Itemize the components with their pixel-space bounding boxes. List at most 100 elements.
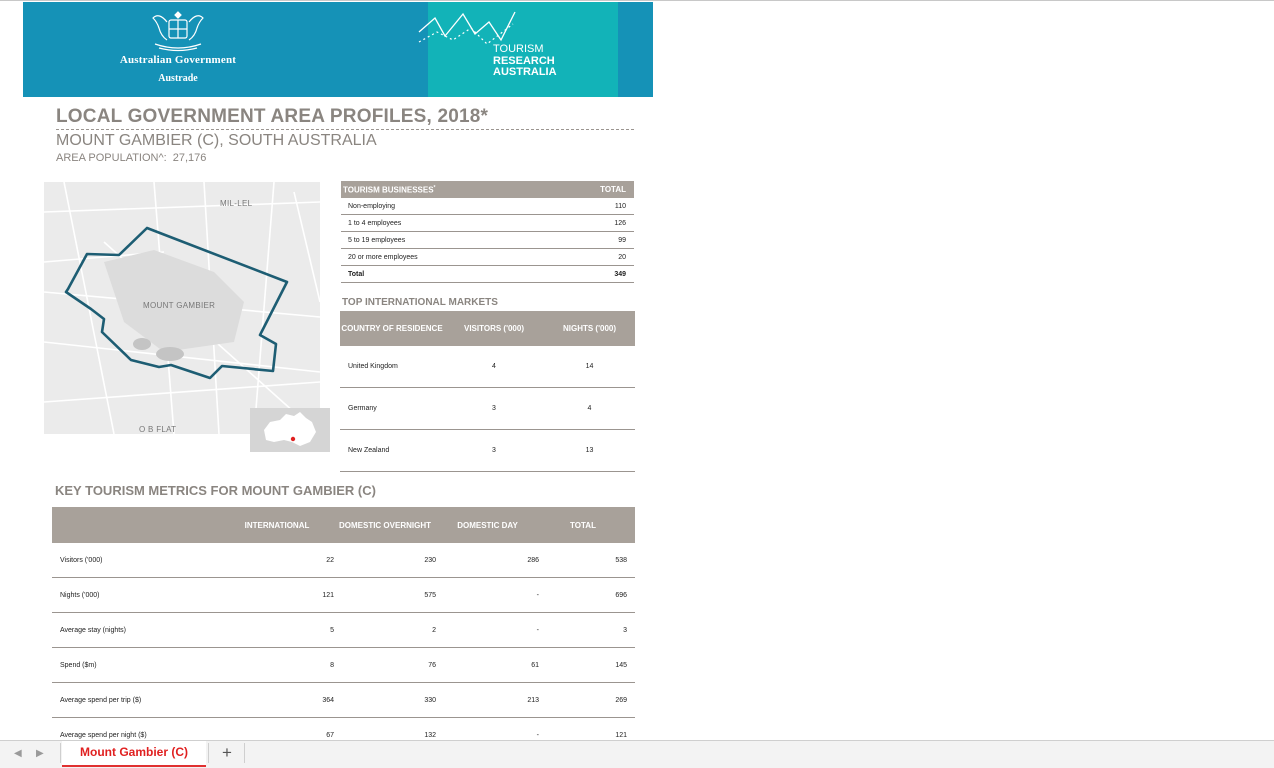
- cell-domestic-overnight: 132: [424, 731, 436, 739]
- scroll-tabs-left-icon[interactable]: ◀: [14, 748, 22, 759]
- tra-line-1: TOURISM: [493, 43, 544, 55]
- tra-line-3: AUSTRALIA: [493, 66, 557, 78]
- table-row-total: Total 349: [341, 266, 634, 283]
- table-row: 5 to 19 employees 99: [341, 232, 634, 249]
- cell-country: United Kingdom: [348, 363, 398, 370]
- cell-total: 696: [615, 591, 627, 599]
- tab-divider: [244, 743, 245, 763]
- table-row: Average stay (nights) 5 2 - 3: [52, 613, 635, 648]
- banner-stripe: [618, 2, 653, 97]
- cell-nights: 4: [587, 405, 592, 412]
- businesses-total-header: TOTAL: [600, 185, 626, 194]
- row-label: 5 to 19 employees: [348, 236, 406, 244]
- area-map: MIL-LEL MOUNT GAMBIER O B FLAT: [44, 182, 320, 434]
- row-label: Average spend per trip ($): [60, 696, 142, 704]
- cell-domestic-overnight: 2: [432, 626, 436, 634]
- key-metrics-table: INTERNATIONAL DOMESTIC OVERNIGHT DOMESTI…: [52, 507, 635, 740]
- population-value: 27,176: [172, 152, 207, 164]
- row-label: Average stay (nights): [60, 626, 127, 634]
- map-label-ob-flat: O B FLAT: [139, 425, 177, 434]
- markets-section-title: TOP INTERNATIONAL MARKETS: [342, 297, 498, 308]
- tab-divider: [60, 743, 61, 763]
- cell-domestic-overnight: 330: [424, 696, 436, 704]
- cell-domestic-day: 286: [527, 556, 539, 564]
- cell-international: 8: [330, 661, 334, 669]
- row-label: Average spend per night ($): [60, 731, 147, 739]
- title-divider: [56, 129, 634, 130]
- metrics-section-title: KEY TOURISM METRICS FOR MOUNT GAMBIER (C…: [55, 483, 376, 498]
- col-header-domestic-overnight: DOMESTIC OVERNIGHT: [338, 520, 431, 530]
- cell-visitors: 3: [492, 405, 496, 412]
- cell-nights: 13: [585, 447, 594, 454]
- cell-total: 538: [615, 556, 627, 564]
- col-header-nights: NIGHTS ('000): [562, 324, 617, 333]
- table-row: New Zealand 3 13: [340, 430, 635, 472]
- map-label-mount-gambier: MOUNT GAMBIER: [143, 301, 216, 310]
- cell-international: 22: [326, 556, 334, 564]
- cell-nights: 14: [585, 363, 594, 370]
- cell-international: 5: [330, 626, 334, 634]
- businesses-header-text: TOURISM BUSINESSES: [343, 185, 434, 195]
- cell-visitors: 4: [492, 363, 496, 370]
- cell-total: 145: [615, 661, 627, 669]
- tra-name: TOURISM RESEARCH AUSTRALIA: [493, 43, 557, 79]
- table-row: Spend ($m) 8 76 61 145: [52, 648, 635, 683]
- header-banner: Australian Government Austrade: [23, 2, 653, 97]
- cell-total: 3: [623, 626, 627, 634]
- tab-divider: [208, 743, 209, 763]
- sheet-tab-bar: ◀ ▶ Mount Gambier (C) +: [0, 740, 1274, 768]
- row-label: Nights ('000): [60, 591, 100, 599]
- cell-domestic-day: -: [536, 626, 539, 634]
- table-row: Nights ('000) 121 575 - 696: [52, 578, 635, 613]
- map-label-mil-lel: MIL-LEL: [220, 199, 253, 208]
- row-label: Non-employing: [348, 202, 396, 210]
- cell-domestic-day: 213: [527, 696, 539, 704]
- col-header-international: INTERNATIONAL: [244, 520, 310, 530]
- international-markets-table: COUNTRY OF RESIDENCE VISITORS ('000) NIG…: [340, 311, 635, 472]
- row-value: 20: [618, 253, 626, 261]
- row-value: 126: [614, 219, 626, 227]
- page-subtitle: MOUNT GAMBIER (C), SOUTH AUSTRALIA: [56, 132, 377, 149]
- table-row: 1 to 4 employees 126: [341, 215, 634, 232]
- table-row: Non-employing 110: [341, 198, 634, 215]
- businesses-header-mark: *: [433, 184, 436, 191]
- tourism-businesses-table: TOURISM BUSINESSES* TOTAL Non-employing …: [341, 181, 634, 283]
- col-header-country: COUNTRY OF RESIDENCE: [341, 324, 443, 333]
- row-label: 1 to 4 employees: [348, 219, 402, 227]
- table-row: Average spend per trip ($) 364 330 213 2…: [52, 683, 635, 718]
- table-row: Average spend per night ($) 67 132 - 121: [52, 718, 635, 740]
- coat-of-arms-icon: [152, 11, 204, 52]
- page-title: LOCAL GOVERNMENT AREA PROFILES, 2018*: [56, 106, 489, 127]
- table-row: 20 or more employees 20: [341, 249, 634, 266]
- row-value: 99: [618, 236, 626, 244]
- cell-domestic-day: 61: [531, 661, 539, 669]
- cell-domestic-day: -: [536, 591, 539, 599]
- cell-total: 269: [615, 696, 627, 704]
- document-page: Australian Government Austrade TOURISM R…: [0, 0, 1274, 740]
- row-label: Total: [348, 270, 365, 278]
- table-header: COUNTRY OF RESIDENCE VISITORS ('000) NIG…: [340, 311, 635, 346]
- cell-total: 121: [615, 731, 627, 739]
- gov-agency: Austrade: [158, 73, 198, 84]
- cell-country: Germany: [348, 405, 377, 412]
- table-header: TOURISM BUSINESSES* TOTAL: [341, 181, 634, 198]
- table-row: Germany 3 4: [340, 388, 635, 430]
- col-header-visitors: VISITORS ('000): [464, 324, 524, 333]
- row-label: Visitors ('000): [60, 556, 103, 564]
- cell-domestic-day: -: [536, 731, 539, 739]
- cell-country: New Zealand: [348, 447, 390, 454]
- australia-inset-map: [250, 408, 330, 452]
- businesses-header: TOURISM BUSINESSES*: [343, 185, 436, 195]
- table-header: INTERNATIONAL DOMESTIC OVERNIGHT DOMESTI…: [52, 507, 635, 543]
- row-value: 110: [614, 202, 626, 210]
- population-label: AREA POPULATION^:: [56, 152, 167, 164]
- area-population: AREA POPULATION^: 27,176: [56, 152, 206, 164]
- cell-international: 67: [326, 731, 334, 739]
- row-label: Spend ($m): [60, 661, 97, 669]
- sheet-tab-mount-gambier[interactable]: Mount Gambier (C): [62, 741, 206, 767]
- scroll-tabs-right-icon[interactable]: ▶: [36, 748, 44, 759]
- australia-icon: [264, 412, 316, 446]
- row-label: 20 or more employees: [348, 253, 418, 261]
- add-sheet-button[interactable]: +: [216, 742, 238, 764]
- australian-government-logo: Australian Government Austrade: [98, 8, 258, 94]
